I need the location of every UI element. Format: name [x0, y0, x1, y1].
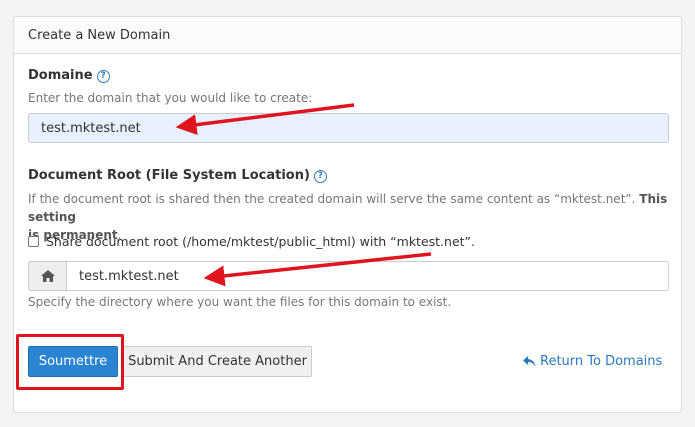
domain-input-value: test.mktest.net	[41, 120, 141, 136]
home-addon	[28, 261, 66, 291]
help-icon[interactable]: ?	[96, 70, 110, 83]
return-arrow-icon	[523, 355, 536, 367]
document-root-label-text: Document Root (File System Location)	[28, 168, 310, 183]
document-root-footnote: Specify the directory where you want the…	[28, 295, 452, 309]
document-root-input[interactable]: test.mktest.net	[66, 261, 669, 291]
domain-label: Domaine?	[28, 68, 110, 83]
share-root-label: Share document root (/home/mktest/public…	[46, 234, 475, 249]
return-to-domains-label: Return To Domains	[540, 354, 663, 369]
document-root-input-value: test.mktest.net	[79, 268, 179, 284]
return-to-domains-link[interactable]: Return To Domains	[523, 354, 662, 369]
domain-input[interactable]: test.mktest.net	[28, 113, 669, 143]
help-icon[interactable]: ?	[313, 170, 327, 183]
domain-label-text: Domaine	[28, 68, 93, 83]
document-root-hint-text: If the document root is shared then the …	[28, 192, 636, 206]
submit-highlight-box	[16, 334, 124, 390]
share-root-checkbox[interactable]	[28, 236, 39, 247]
submit-and-create-another-button[interactable]: Submit And Create Another	[123, 346, 312, 377]
domain-hint: Enter the domain that you would like to …	[28, 91, 313, 105]
document-root-label: Document Root (File System Location)?	[28, 168, 327, 183]
home-icon	[40, 270, 55, 282]
panel-title: Create a New Domain	[14, 17, 681, 54]
